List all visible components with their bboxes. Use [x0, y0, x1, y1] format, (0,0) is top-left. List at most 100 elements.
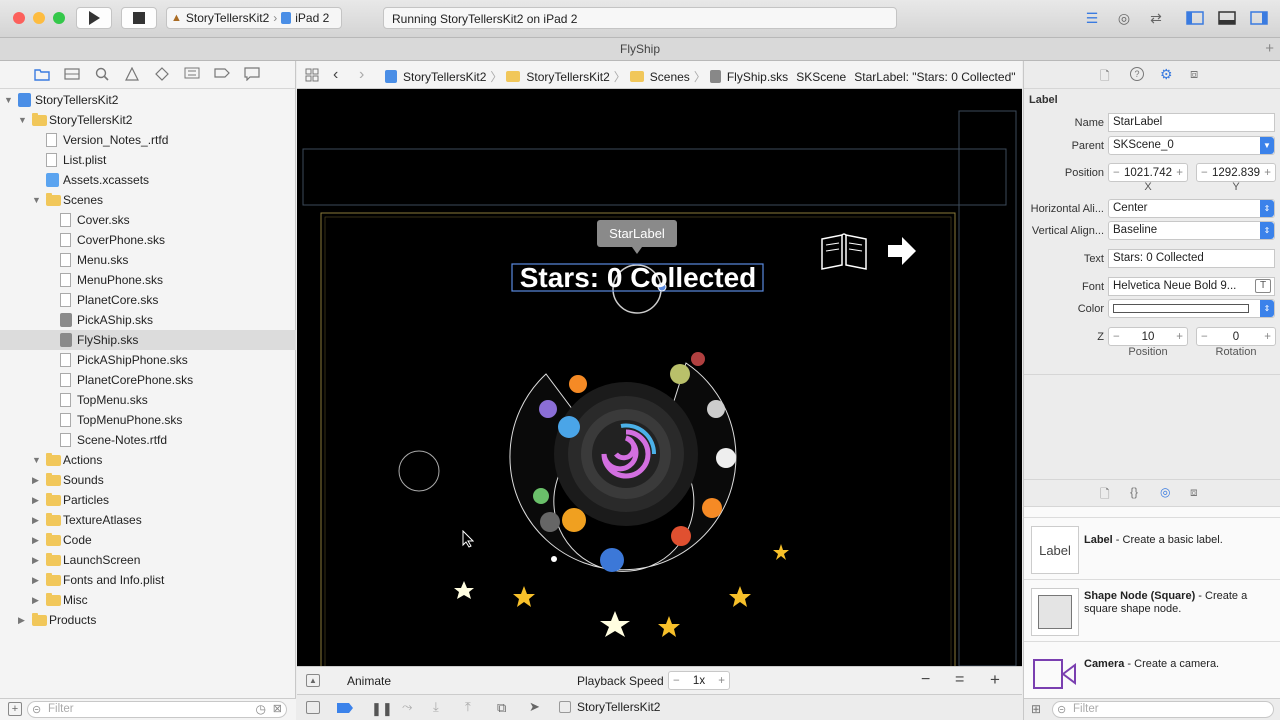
nav-item[interactable]: ▼ StoryTellersKit2 — [0, 110, 296, 130]
nav-item[interactable]: ▶ TextureAtlases — [0, 510, 296, 530]
nav-item[interactable]: FlyShip.sks — [0, 330, 296, 350]
nav-item[interactable]: ▶ Misc — [0, 590, 296, 610]
forward-button[interactable]: › — [359, 66, 364, 84]
text-field[interactable]: Stars: 0 Collected — [1108, 249, 1275, 268]
step-out-icon[interactable]: ⤒ — [465, 699, 471, 715]
font-picker-icon[interactable]: T — [1255, 279, 1271, 293]
related-items-icon[interactable] — [305, 68, 319, 82]
version-editor-icon[interactable]: ⇄ — [1142, 8, 1170, 28]
library-item-label[interactable]: Label Label - Create a basic label. — [1024, 517, 1280, 574]
search-icon[interactable] — [94, 67, 110, 83]
nav-item[interactable]: ▼ StoryTellersKit2 — [0, 90, 296, 110]
code-snippet-icon[interactable]: {} — [1130, 485, 1138, 499]
nav-item[interactable]: PlanetCore.sks — [0, 290, 296, 310]
parent-select[interactable]: SKScene_0 ▼ — [1108, 136, 1275, 155]
nav-item[interactable]: ▶ Sounds — [0, 470, 296, 490]
playback-speed-stepper[interactable]: −1x + — [668, 671, 730, 690]
breakpoint-icon[interactable] — [214, 67, 230, 83]
nav-item[interactable]: TopMenu.sks — [0, 390, 296, 410]
position-y-stepper[interactable]: −1292.839 + — [1196, 163, 1276, 182]
source-control-icon[interactable] — [64, 67, 80, 83]
jump-crumb-scenes[interactable]: Scenes — [650, 70, 690, 84]
animate-button[interactable]: Animate — [347, 674, 391, 688]
disclosure-open-icon[interactable]: ▼ — [32, 450, 41, 470]
color-well[interactable]: ⇕ — [1108, 299, 1275, 318]
nav-item[interactable]: PickAShip.sks — [0, 310, 296, 330]
scene-editor-canvas[interactable]: StarLabel Stars: 0 Collected — [297, 89, 1022, 666]
step-over-icon[interactable]: ⤳ — [402, 699, 412, 715]
hide-debug-area-icon[interactable] — [306, 701, 320, 714]
size-inspector-icon[interactable]: ⧈ — [1190, 66, 1198, 82]
jump-crumb-scene[interactable]: SKScene — [796, 70, 846, 84]
library-filter-input[interactable]: ⊝ Filter — [1052, 701, 1274, 718]
navigator-toggle-icon[interactable] — [1181, 8, 1209, 28]
add-file-icon[interactable]: + — [8, 702, 22, 716]
nav-item[interactable]: ▶ Particles — [0, 490, 296, 510]
stars-collected-label[interactable]: Stars: 0 Collected — [513, 262, 763, 294]
jump-crumb-group[interactable]: StoryTellersKit2 — [526, 70, 609, 84]
nav-item[interactable]: CoverPhone.sks — [0, 230, 296, 250]
close-window-button[interactable] — [13, 12, 25, 24]
folder-icon[interactable] — [34, 67, 50, 83]
help-inspector-icon[interactable]: ? — [1130, 67, 1144, 81]
disclosure-open-icon[interactable]: ▼ — [32, 190, 41, 210]
name-field[interactable]: StarLabel — [1108, 113, 1275, 132]
media-library-icon[interactable]: ⧈ — [1190, 485, 1198, 500]
nav-item[interactable]: Cover.sks — [0, 210, 296, 230]
disclosure-closed-icon[interactable]: ▶ — [32, 510, 39, 530]
zoom-out-button[interactable]: − — [921, 671, 930, 689]
grid-view-icon[interactable]: ⊞ — [1031, 702, 1041, 716]
zoom-in-button[interactable]: + — [990, 670, 1000, 690]
nav-item[interactable]: Scene-Notes.rtfd — [0, 430, 296, 450]
debug-target[interactable]: StoryTellersKit2 — [577, 700, 660, 714]
disclosure-closed-icon[interactable]: ▶ — [32, 590, 39, 610]
breakpoints-toggle-icon[interactable] — [337, 703, 353, 713]
disclosure-closed-icon[interactable]: ▶ — [32, 490, 39, 510]
horizontal-alignment-select[interactable]: Center ⇕ — [1108, 199, 1275, 218]
pause-icon[interactable]: ❚❚ — [371, 701, 393, 717]
jump-crumb-project[interactable]: StoryTellersKit2 — [403, 70, 486, 84]
disclosure-closed-icon[interactable]: ▶ — [32, 570, 39, 590]
nav-item[interactable]: ▼ Scenes — [0, 190, 296, 210]
nav-item[interactable]: ▶ Products — [0, 610, 296, 630]
stop-button[interactable] — [121, 7, 157, 29]
z-rotation-stepper[interactable]: −0 + — [1196, 327, 1276, 346]
nav-item[interactable]: Menu.sks — [0, 250, 296, 270]
disclosure-closed-icon[interactable]: ▶ — [32, 470, 39, 490]
assistant-editor-icon[interactable]: ◎ — [1110, 8, 1138, 28]
standard-editor-icon[interactable]: ☰ — [1078, 8, 1106, 28]
test-icon[interactable] — [154, 67, 170, 83]
navigator-filter-input[interactable]: ⊝ Filter ◷ ⊠ — [27, 701, 287, 718]
nav-item[interactable]: ▶ Code — [0, 530, 296, 550]
minimize-window-button[interactable] — [33, 12, 45, 24]
library-item-camera[interactable]: Camera - Create a camera. — [1024, 641, 1280, 697]
file-template-icon[interactable]: 🗋 — [1100, 485, 1110, 506]
location-icon[interactable]: ➤ — [529, 699, 540, 715]
inspector-toggle-icon[interactable] — [1245, 8, 1273, 28]
debug-icon[interactable] — [184, 67, 200, 83]
scheme-selector[interactable]: ▲ StoryTellersKit2 › iPad 2 — [166, 7, 342, 29]
back-button[interactable]: ‹ — [333, 66, 338, 84]
nav-item[interactable]: ▶ LaunchScreen — [0, 550, 296, 570]
nav-item[interactable]: ▼ Actions — [0, 450, 296, 470]
position-x-stepper[interactable]: −1021.742 + — [1108, 163, 1188, 182]
nav-item[interactable]: List.plist — [0, 150, 296, 170]
nav-item[interactable]: MenuPhone.sks — [0, 270, 296, 290]
attributes-inspector-icon[interactable]: ⚙ — [1160, 66, 1173, 83]
z-position-stepper[interactable]: −10 + — [1108, 327, 1188, 346]
font-field[interactable]: Helvetica Neue Bold 9... T — [1108, 277, 1275, 296]
object-library-icon[interactable]: ◎ — [1160, 485, 1170, 499]
disclosure-closed-icon[interactable]: ▶ — [32, 550, 39, 570]
jump-crumb-node[interactable]: StarLabel: "Stars: 0 Collected" — [854, 70, 1015, 84]
report-icon[interactable] — [244, 67, 260, 83]
view-debugger-icon[interactable]: ⧉ — [497, 700, 506, 716]
nav-item[interactable]: PickAShipPhone.sks — [0, 350, 296, 370]
zoom-window-button[interactable] — [53, 12, 65, 24]
step-into-icon[interactable]: ⤓ — [433, 699, 439, 715]
disclosure-open-icon[interactable]: ▼ — [4, 90, 13, 110]
tab-flyship[interactable]: FlyShip — [620, 42, 660, 56]
file-inspector-icon[interactable]: 🗋 — [1100, 67, 1110, 88]
modified-files-icon[interactable]: ⊠ — [273, 702, 282, 715]
nav-item[interactable]: ▶ Fonts and Info.plist — [0, 570, 296, 590]
nav-item[interactable]: Assets.xcassets — [0, 170, 296, 190]
